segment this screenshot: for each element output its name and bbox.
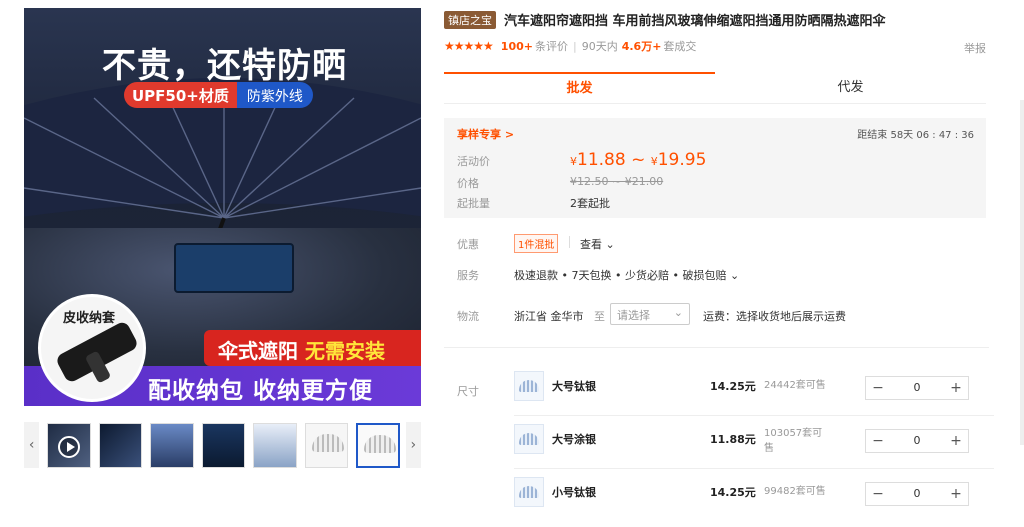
freight-info: 运费：选择收货地后展示运费	[703, 310, 846, 323]
plus-button[interactable]: +	[944, 377, 968, 399]
thumbnail-2[interactable]	[98, 422, 143, 468]
quantity-stepper: − 0 +	[865, 429, 969, 453]
service-label: 服务	[457, 269, 479, 282]
upf-badge: UPF50+材质 防紫外线	[124, 82, 313, 108]
play-icon	[58, 435, 81, 458]
quantity-input[interactable]: 0	[890, 430, 944, 452]
sold-count: 4.6万+	[621, 40, 662, 53]
section-divider	[444, 347, 989, 348]
quantity-input[interactable]: 0	[890, 483, 944, 505]
sku-row: 大号涂银 11.88元 103057套可售 − 0 +	[514, 417, 994, 469]
minus-button[interactable]: −	[866, 377, 890, 399]
storage-bag-callout: 皮收纳套	[38, 294, 146, 402]
sku-name: 大号涂银	[552, 433, 596, 446]
moq-value: 2套起批	[570, 197, 610, 210]
product-meta: ★★★★★ 100+ 条评价 | 90天内 4.6万+ 套成交	[444, 38, 697, 54]
moq-label: 起批量	[457, 197, 490, 210]
chevron-left-icon[interactable]: ‹	[24, 422, 40, 468]
logistics-label: 物流	[457, 310, 479, 323]
sku-stock: 24442套可售	[764, 380, 826, 391]
shop-badge: 镇店之宝	[444, 10, 496, 29]
minus-button[interactable]: −	[866, 430, 890, 452]
thumbnail-5[interactable]	[253, 422, 297, 468]
coupon-badge: 1件混批	[514, 234, 559, 253]
sold-label: 套成交	[663, 40, 697, 53]
original-price: ¥12.50 ~ ¥21.00	[570, 175, 664, 188]
plus-button[interactable]: +	[944, 483, 968, 505]
tab-wholesale[interactable]: 批发	[444, 72, 715, 104]
thumbnail-4[interactable]	[201, 422, 246, 468]
upf-badge-text: UPF50+材质	[124, 82, 237, 108]
ship-origin: 浙江省 金华市	[514, 310, 584, 323]
product-title: 汽车遮阳帘遮阳挡 车用前挡风玻璃伸缩遮阳挡通用防晒隔热遮阳伞	[504, 14, 886, 29]
thumbnail-6[interactable]	[304, 422, 349, 468]
storage-bag-label: 皮收纳套	[63, 311, 116, 326]
minus-button[interactable]: −	[866, 483, 890, 505]
promo-link[interactable]: 享样专享 >	[457, 126, 514, 142]
sunshade-thumb-icon	[364, 434, 397, 453]
thumbnail-strip: ‹ ›	[24, 421, 421, 469]
price-panel: 享样专享 > 距结束 58天 06 : 47 : 36 活动价 ¥11.88 ~…	[444, 118, 986, 218]
sku-stock: 99482套可售	[764, 486, 826, 497]
review-count[interactable]: 100+	[501, 40, 533, 53]
plus-button[interactable]: +	[944, 430, 968, 452]
image-headline: 不贵，还特防晒	[102, 46, 347, 86]
sku-thumbnail[interactable]	[514, 371, 544, 401]
thumbnail-3[interactable]	[150, 422, 194, 468]
report-link[interactable]: 举报	[964, 40, 986, 56]
thumbnail-7-selected[interactable]	[356, 422, 400, 468]
sold-period: 90天内	[581, 40, 618, 53]
ad-banner-install: 伞式遮阳 无需安装	[204, 330, 421, 366]
sku-name: 小号钛银	[552, 486, 596, 499]
quantity-stepper: − 0 +	[865, 482, 969, 506]
sku-name: 大号钛银	[552, 380, 596, 393]
tab-dropship[interactable]: 代发	[715, 72, 986, 104]
car-screen	[174, 243, 294, 293]
title-row: 镇店之宝 汽车遮阳帘遮阳挡 车用前挡风玻璃伸缩遮阳挡通用防晒隔热遮阳伞	[444, 10, 886, 29]
coupon-label: 优惠	[457, 238, 479, 251]
ad-banner-white: 伞式遮阳	[218, 339, 298, 363]
sku-price: 14.25元	[710, 486, 756, 499]
price-high: 19.95	[657, 150, 707, 170]
review-label[interactable]: 条评价	[535, 38, 568, 54]
sku-row: 大号钛银 14.25元 24442套可售 − 0 +	[514, 364, 994, 416]
service-list[interactable]: 极速退款 • 7天包换 • 少货必赔 • 破损包赔 ⌄	[514, 267, 739, 283]
purchase-tabs: 批发 代发	[444, 72, 986, 104]
address-placeholder: 请选择	[617, 309, 650, 322]
coupon-view-link[interactable]: 查看 ⌄	[580, 236, 615, 252]
sku-thumbnail[interactable]	[514, 424, 544, 454]
address-select[interactable]: 请选择 ⌄	[610, 303, 690, 325]
ship-to-label: 至	[594, 310, 605, 323]
sku-stock: 103057套可售	[764, 428, 823, 454]
sku-row: 小号钛银 14.25元 99482套可售 − 0 +	[514, 470, 994, 522]
price-low: 11.88	[577, 150, 626, 170]
sku-thumbnail[interactable]	[514, 477, 544, 507]
sunshade-thumb-icon	[311, 433, 344, 452]
uv-badge-text: 防紫外线	[236, 82, 313, 108]
chevron-down-icon: ⌄	[673, 306, 683, 319]
quantity-stepper: − 0 +	[865, 376, 969, 400]
activity-price-label: 活动价	[457, 155, 490, 168]
thumbnail-video[interactable]	[47, 422, 91, 468]
main-product-image[interactable]: 不贵，还特防晒 UPF50+材质 防紫外线 伞式遮阳 无需安装 配收纳包 收纳更…	[24, 8, 421, 406]
quantity-input[interactable]: 0	[890, 377, 944, 399]
chevron-right-icon[interactable]: ›	[405, 422, 421, 468]
original-price-label: 价格	[457, 177, 479, 190]
rating-stars-icon: ★★★★★	[444, 39, 494, 53]
size-label: 尺寸	[457, 385, 479, 398]
activity-price: ¥11.88 ~ ¥19.95	[570, 150, 707, 170]
sku-price: 11.88元	[710, 433, 756, 446]
promo-countdown: 距结束 58天 06 : 47 : 36	[857, 130, 974, 141]
ad-banner-yellow: 无需安装	[304, 339, 385, 363]
sku-price: 14.25元	[710, 380, 756, 393]
page-scrollbar[interactable]	[1020, 100, 1024, 445]
